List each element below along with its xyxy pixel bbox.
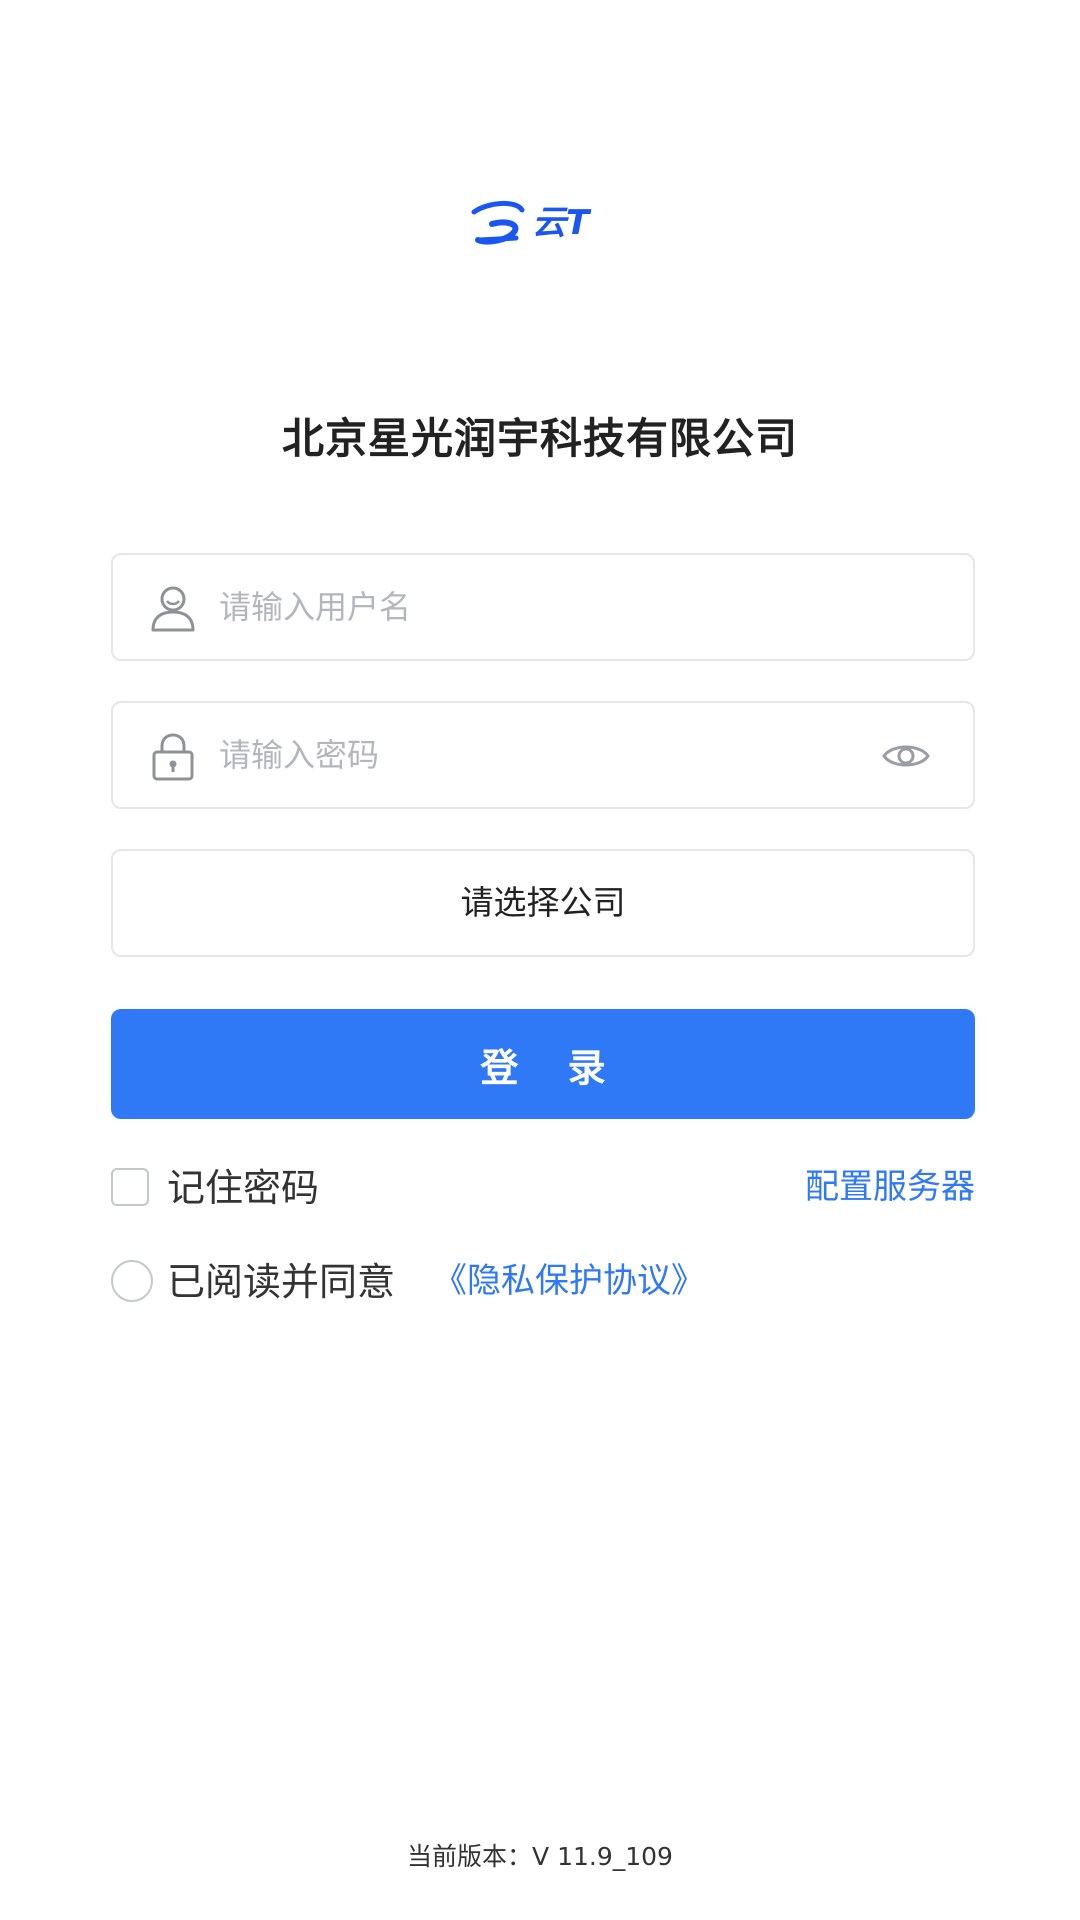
password-input[interactable] bbox=[219, 703, 819, 807]
show-password-eye-icon[interactable] bbox=[881, 739, 931, 773]
app-logo: 云T bbox=[470, 194, 610, 250]
remember-password-label[interactable]: 记住密码 bbox=[167, 1164, 319, 1212]
company-select[interactable]: 请选择公司 bbox=[111, 849, 975, 957]
logo-wordmark: 云T bbox=[532, 203, 592, 243]
company-name-title: 北京星光润宇科技有限公司 bbox=[281, 414, 798, 463]
agreement-row: 已阅读并同意 《隐私保护协议》 bbox=[111, 1258, 975, 1310]
agreement-radio[interactable] bbox=[111, 1260, 153, 1302]
login-button[interactable]: 登 录 bbox=[111, 1009, 975, 1119]
lock-icon bbox=[149, 731, 197, 781]
password-field[interactable] bbox=[111, 701, 975, 809]
agreement-label[interactable]: 已阅读并同意 bbox=[167, 1258, 395, 1306]
user-icon bbox=[149, 583, 197, 633]
remember-row: 记住密码 配置服务器 bbox=[111, 1164, 975, 1214]
version-label: 当前版本：V 11.9_109 bbox=[407, 1842, 673, 1871]
username-input[interactable] bbox=[219, 555, 819, 659]
remember-password-checkbox[interactable] bbox=[111, 1168, 149, 1206]
logo-swoosh-icon bbox=[471, 201, 525, 245]
username-field[interactable] bbox=[111, 553, 975, 661]
company-select-label: 请选择公司 bbox=[460, 883, 626, 922]
privacy-policy-link[interactable]: 《隐私保护协议》 bbox=[433, 1258, 705, 1304]
config-server-link[interactable]: 配置服务器 bbox=[805, 1164, 975, 1210]
